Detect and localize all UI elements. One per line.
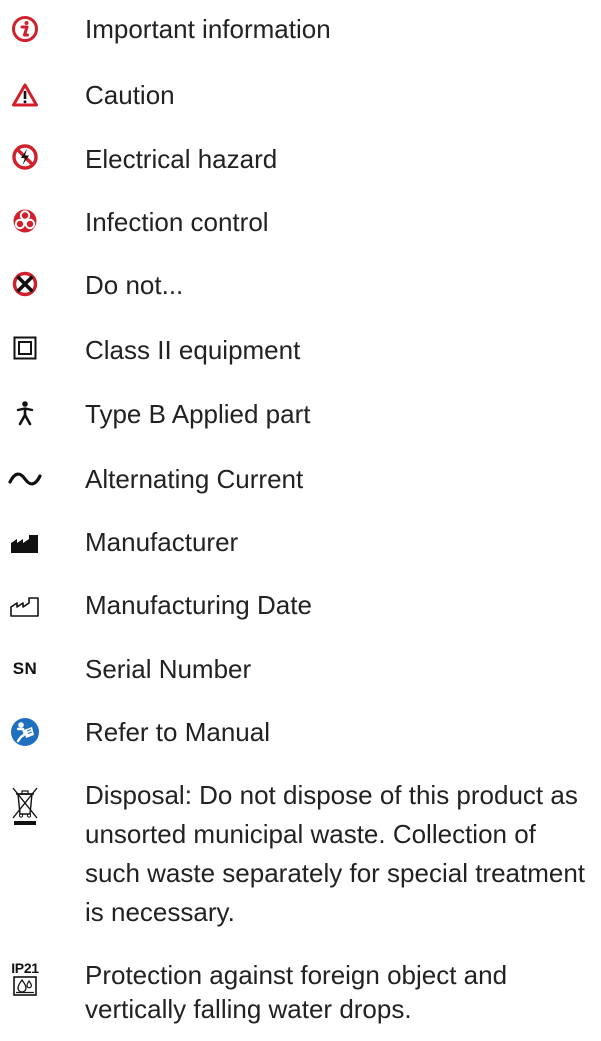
symbol-label: Do not... (85, 270, 184, 300)
class-ii-equipment-icon (12, 335, 38, 361)
caution-triangle-icon (12, 82, 38, 108)
electrical-hazard-icon (12, 144, 38, 170)
do-not-icon (12, 271, 38, 297)
symbol-label: Manufacturer (85, 527, 239, 557)
symbol-label: Infection control (85, 207, 269, 237)
manufacturing-date-icon (10, 594, 40, 620)
important-information-icon (12, 16, 38, 42)
weee-disposal-icon (11, 786, 39, 826)
symbol-label: Type B Applied part (85, 399, 311, 429)
refer-to-manual-icon (10, 717, 40, 747)
symbol-label: Manufacturing Date (85, 590, 312, 620)
biohazard-icon (12, 208, 38, 234)
symbol-label: Protection against foreign object and ve… (85, 960, 508, 1024)
ip21-protection-icon: IP21 (10, 958, 40, 998)
symbol-label: Important information (85, 14, 331, 44)
symbol-label: Alternating Current (85, 464, 304, 494)
symbol-label: Electrical hazard (85, 144, 278, 174)
serial-number-icon: SN (12, 659, 38, 678)
ip21-code-text: IP21 (11, 959, 39, 976)
symbol-label: Disposal: Do not dispose of this product… (85, 780, 586, 927)
symbol-label: Class II equipment (85, 335, 301, 365)
alternating-current-icon (8, 466, 42, 492)
manufacturer-icon (10, 531, 40, 557)
symbol-label: Refer to Manual (85, 717, 270, 747)
symbol-label: Caution (85, 80, 175, 110)
type-b-applied-part-icon (12, 400, 38, 426)
symbol-label: Serial Number (85, 654, 252, 684)
